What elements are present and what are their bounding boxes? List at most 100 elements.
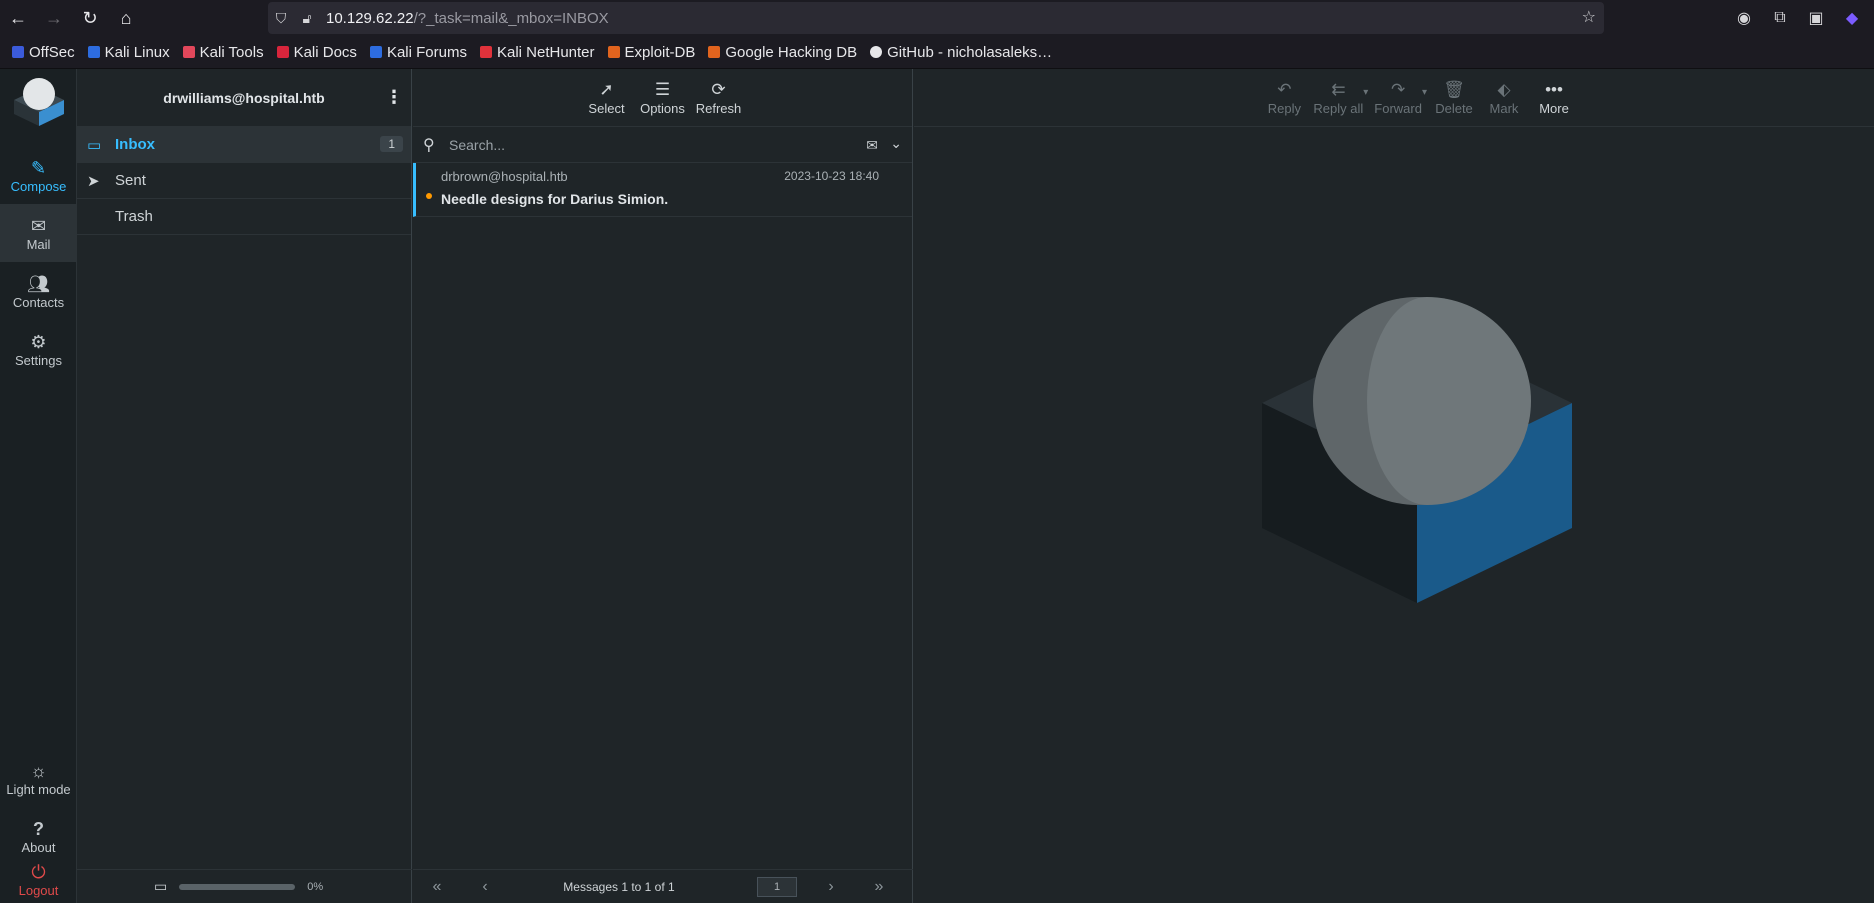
roundcube-logo[interactable] bbox=[12, 74, 66, 128]
ellipsis-icon: ••• bbox=[1545, 80, 1563, 99]
folders-header: drwilliams@hospital.htb ⋮ bbox=[77, 69, 411, 127]
reply-all-button[interactable]: ⇇ Reply all bbox=[1311, 69, 1365, 126]
list-toolbar: ➚ Select ☰ Options ⟳ Refresh bbox=[413, 69, 912, 127]
quota-indicator: ▭ 0% bbox=[77, 869, 412, 903]
left-nav-rail: ✎ Compose ✉ Mail 👥︎ Contacts ⚙ Settings … bbox=[0, 69, 77, 903]
back-button[interactable]: ← bbox=[0, 0, 36, 36]
kali-nethunter-icon bbox=[479, 46, 492, 58]
paper-plane-icon: ➤ bbox=[87, 172, 100, 190]
light-mode-toggle[interactable]: ☼ Light mode bbox=[0, 749, 77, 807]
folder-panel: drwilliams@hospital.htb ⋮ ▭ Inbox 1 ➤ Se… bbox=[77, 69, 412, 903]
cursor-icon: ➚ bbox=[599, 80, 614, 99]
first-page-icon[interactable]: « bbox=[413, 878, 461, 896]
forward-icon: ↷ bbox=[1391, 80, 1406, 99]
extensions-icon[interactable]: ⧉ bbox=[1770, 9, 1790, 27]
folder-trash[interactable]: Trash bbox=[77, 199, 411, 235]
mark-button[interactable]: ⬖ Mark bbox=[1481, 69, 1527, 126]
search-input[interactable] bbox=[449, 136, 829, 153]
bookmark-google-hacking-db[interactable]: Google Hacking DB bbox=[708, 44, 857, 61]
roundcube-watermark-logo bbox=[1262, 297, 1572, 603]
page-number-input[interactable] bbox=[757, 876, 797, 897]
forward-nav-button[interactable]: → bbox=[36, 0, 72, 36]
message-row[interactable]: drbrown@hospital.htb 2023-10-23 18:40 Ne… bbox=[413, 163, 912, 217]
pagination: « ‹ Messages 1 to 1 of 1 › » bbox=[413, 869, 913, 903]
kali-tools-icon bbox=[182, 46, 195, 58]
burp-icon[interactable]: ▣ bbox=[1806, 8, 1826, 28]
url-host: 10.129.62.22 bbox=[326, 9, 414, 27]
bookmark-kali-nethunter[interactable]: Kali NetHunter bbox=[479, 44, 595, 61]
bookmark-offsec[interactable]: OffSec bbox=[12, 44, 75, 61]
kali-docs-icon bbox=[276, 46, 289, 58]
reply-button[interactable]: ↶ Reply bbox=[1261, 69, 1307, 126]
contacts-icon: 👥︎ bbox=[27, 273, 50, 294]
message-date: 2023-10-23 18:40 bbox=[784, 169, 879, 183]
next-page-icon[interactable]: › bbox=[807, 878, 855, 896]
preview-panel: ↶ Reply ⇇ Reply all ▾ ↷ Forward ▾ 🗑︎ Del… bbox=[914, 69, 1874, 903]
quota-percent: 0% bbox=[307, 880, 324, 893]
message-toolbar: ↶ Reply ⇇ Reply all ▾ ↷ Forward ▾ 🗑︎ Del… bbox=[914, 69, 1874, 127]
exploit-db-icon bbox=[607, 46, 620, 58]
bookmark-kali-tools[interactable]: Kali Tools bbox=[182, 44, 264, 61]
sliders-icon: ☰ bbox=[654, 80, 671, 99]
bookmark-kali-docs[interactable]: Kali Docs bbox=[276, 44, 357, 61]
compose-icon: ✎ bbox=[30, 157, 47, 178]
bookmark-exploit-db[interactable]: Exploit-DB bbox=[607, 44, 695, 61]
envelope-filter-icon[interactable]: ✉ bbox=[866, 137, 878, 154]
reply-all-dropdown-icon[interactable]: ▾ bbox=[1363, 87, 1368, 98]
select-button[interactable]: ➚ Select bbox=[582, 69, 632, 126]
offsec-icon bbox=[12, 46, 24, 58]
more-button[interactable]: ••• More bbox=[1531, 69, 1577, 126]
envelope-icon: ✉ bbox=[30, 215, 47, 236]
unread-dot-icon[interactable] bbox=[426, 193, 432, 199]
compose-button[interactable]: ✎ Compose bbox=[0, 146, 77, 204]
search-icon[interactable]: ⚲ bbox=[423, 135, 449, 155]
contacts-nav[interactable]: 👥︎ Contacts bbox=[0, 262, 77, 320]
lock-icon[interactable]: 🔓︎ bbox=[294, 5, 320, 31]
mail-nav[interactable]: ✉ Mail bbox=[0, 204, 77, 262]
message-list-panel: ➚ Select ☰ Options ⟳ Refresh ⚲ ✉ ⌄ drbro… bbox=[413, 69, 913, 903]
logout-button[interactable]: ⏻ Logout bbox=[0, 856, 77, 902]
messages-count: Messages 1 to 1 of 1 bbox=[563, 879, 675, 894]
options-button[interactable]: ☰ Options bbox=[638, 69, 688, 126]
google-hacking-db-icon bbox=[708, 46, 721, 58]
bookmark-kali-forums[interactable]: Kali Forums bbox=[369, 44, 467, 61]
bookmark-star-icon[interactable]: ☆ bbox=[1582, 7, 1596, 27]
kebab-menu-icon[interactable]: ⋮ bbox=[385, 86, 403, 108]
folder-sent[interactable]: ➤ Sent bbox=[77, 163, 411, 199]
refresh-button[interactable]: ⟳ Refresh bbox=[694, 69, 744, 126]
address-bar[interactable]: ⛉ 🔓︎ 10.129.62.22/?_task=mail&_mbox=INBO… bbox=[268, 2, 1604, 34]
bookmark-github[interactable]: GitHub - nicholasaleks… bbox=[870, 44, 1052, 61]
reply-all-icon: ⇇ bbox=[1331, 80, 1346, 99]
bookmark-kali-linux[interactable]: Kali Linux bbox=[87, 44, 170, 61]
unread-count-badge: 1 bbox=[380, 136, 403, 152]
drive-icon: ▭ bbox=[154, 878, 168, 894]
refresh-icon: ⟳ bbox=[711, 80, 726, 99]
previous-page-icon[interactable]: ‹ bbox=[461, 878, 509, 896]
extension-diamond-icon[interactable]: ◆ bbox=[1842, 8, 1862, 28]
sun-icon: ☼ bbox=[30, 760, 47, 781]
kali-forums-icon bbox=[369, 46, 382, 58]
tag-icon: ⬖ bbox=[1497, 80, 1511, 99]
roundcube-app: ✎ Compose ✉ Mail 👥︎ Contacts ⚙ Settings … bbox=[0, 69, 1874, 903]
chevron-down-icon[interactable]: ⌄ bbox=[890, 135, 902, 152]
question-icon: ? bbox=[33, 818, 44, 839]
forward-dropdown-icon[interactable]: ▾ bbox=[1422, 87, 1427, 98]
account-icon[interactable]: ◉ bbox=[1734, 8, 1754, 28]
message-subject: Needle designs for Darius Simion. bbox=[441, 191, 669, 207]
forward-button[interactable]: ↷ Forward bbox=[1372, 69, 1424, 126]
inbox-icon: ▭ bbox=[87, 136, 102, 154]
folder-inbox[interactable]: ▭ Inbox 1 bbox=[77, 127, 411, 163]
last-page-icon[interactable]: » bbox=[855, 878, 903, 896]
search-bar: ⚲ ✉ ⌄ bbox=[413, 127, 912, 163]
github-icon bbox=[870, 46, 883, 58]
reload-button[interactable]: ↻ bbox=[72, 0, 108, 36]
delete-button[interactable]: 🗑︎ Delete bbox=[1431, 69, 1477, 126]
trash-icon: 🗑︎ bbox=[1443, 80, 1465, 99]
power-icon: ⏻ bbox=[31, 861, 46, 882]
shield-icon[interactable]: ⛉ bbox=[268, 5, 294, 31]
kali-linux-icon bbox=[87, 46, 100, 58]
reply-icon: ↶ bbox=[1277, 80, 1292, 99]
settings-nav[interactable]: ⚙ Settings bbox=[0, 320, 77, 378]
home-button[interactable]: ⌂ bbox=[108, 0, 144, 36]
account-email: drwilliams@hospital.htb bbox=[163, 89, 325, 106]
